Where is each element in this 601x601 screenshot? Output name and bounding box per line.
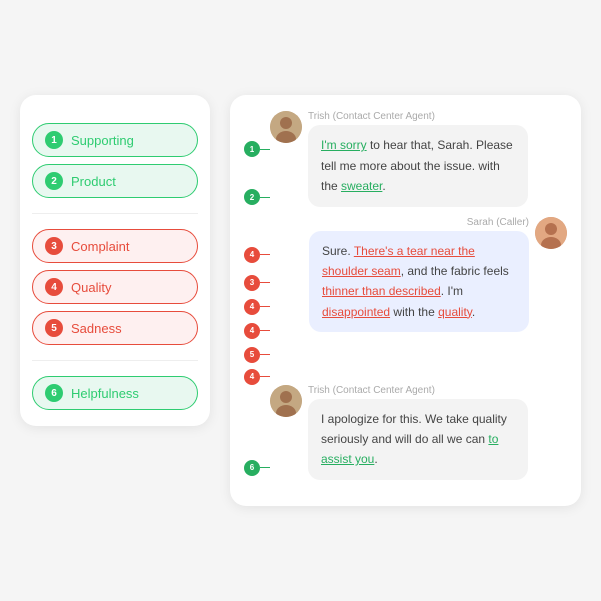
caller-message-bubble: Sure. There's a tear near the shoulder s…: [309, 231, 529, 333]
agent-name: Trish (Contact Center Agent): [308, 111, 528, 122]
annotation-line: [260, 467, 270, 469]
tag-label: Supporting: [71, 133, 134, 148]
annotation-dot-3: 3: [244, 275, 260, 291]
agent-avatar: [270, 385, 302, 417]
annotation-line: [260, 376, 270, 378]
annotation-line: [260, 306, 270, 308]
tag-label: Helpfulness: [71, 386, 139, 401]
caller-name: Sarah (Caller): [309, 217, 529, 228]
annotation-dot-2: 2: [244, 189, 260, 205]
tag-item-quality[interactable]: 4 Quality: [32, 270, 198, 304]
agent-message-bubble-2: I apologize for this. We take quality se…: [308, 399, 528, 480]
agent-message-1: Trish (Contact Center Agent) I'm sorry t…: [270, 111, 567, 206]
annotation-line: [260, 354, 270, 356]
tag-number: 1: [45, 131, 63, 149]
highlighted-text: quality: [438, 305, 472, 319]
highlighted-text: thinner than described: [322, 284, 441, 298]
annotation-dot-4: 4: [244, 247, 260, 263]
tag-label: Complaint: [71, 239, 130, 254]
annotation-line: [260, 330, 270, 332]
annotation-dot-4: 4: [244, 369, 260, 385]
annotation-dot-5: 5: [244, 347, 260, 363]
caller-avatar: [535, 217, 567, 249]
caller-message-row: 4 3 4 4 5 4 Sarah (Caller): [244, 217, 567, 385]
annotation-dot-4: 4: [244, 323, 260, 339]
annotation-line: [260, 254, 270, 256]
highlighted-text: sweater: [341, 179, 382, 193]
tag-item-helpfulness[interactable]: 6 Helpfulness: [32, 376, 198, 410]
text-segment: with the: [390, 305, 438, 319]
annotation-line: [260, 282, 270, 284]
caller-message-2: Sarah (Caller) Sure. There's a tear near…: [309, 217, 567, 333]
annotation-dot-6: 6: [244, 460, 260, 476]
tag-item-supporting[interactable]: 1 Supporting: [32, 123, 198, 157]
tag-number: 4: [45, 278, 63, 296]
tag-item-complaint[interactable]: 3 Complaint: [32, 229, 198, 263]
cx-insights-panel: 1 Supporting 2 Product 3 Complaint 4 Qua…: [20, 95, 210, 426]
tag-number: 3: [45, 237, 63, 255]
tag-item-product[interactable]: 2 Product: [32, 164, 198, 198]
highlighted-text: disappointed: [322, 305, 390, 319]
chat-bubbles: 1 2 Trish (Contact Center Agent) I'm sor…: [244, 111, 567, 479]
message-row-1: 1 2 Trish (Contact Center Agent) I'm sor…: [244, 111, 567, 206]
tag-item-sadness[interactable]: 5 Sadness: [32, 311, 198, 345]
text-segment: . I'm: [441, 284, 463, 298]
annotation-dot-4: 4: [244, 299, 260, 315]
text-segment: .: [382, 179, 385, 193]
agent-message-bubble: I'm sorry to hear that, Sarah. Please te…: [308, 125, 528, 206]
annotation-dot-1: 1: [244, 141, 260, 157]
agent-avatar-2: [270, 385, 302, 417]
agent-message-3: Trish (Contact Center Agent) I apologize…: [270, 385, 567, 480]
tag-label: Quality: [71, 280, 111, 295]
caller-avatar: [535, 217, 567, 249]
message-row-3: 6 Trish (Contact Center Agent) I apologi…: [244, 385, 567, 480]
tag-number: 5: [45, 319, 63, 337]
chat-panel: 1 2 Trish (Contact Center Agent) I'm sor…: [230, 95, 581, 505]
tag-number: 2: [45, 172, 63, 190]
text-segment: I apologize for this. We take quality se…: [321, 412, 507, 446]
text-segment: , and the fabric feels: [401, 264, 509, 278]
highlighted-text: I'm sorry: [321, 138, 367, 152]
annotation-line: [260, 149, 270, 151]
tag-label: Sadness: [71, 321, 122, 336]
agent-name-2: Trish (Contact Center Agent): [308, 385, 528, 396]
agent-avatar: [270, 111, 302, 143]
tag-list: 1 Supporting 2 Product 3 Complaint 4 Qua…: [32, 123, 198, 410]
tag-number: 6: [45, 384, 63, 402]
tag-label: Product: [71, 174, 116, 189]
agent-avatar: [270, 111, 302, 143]
text-segment: .: [472, 305, 475, 319]
annotation-line: [260, 197, 270, 199]
text-segment: Sure.: [322, 244, 354, 258]
text-segment: .: [374, 452, 377, 466]
